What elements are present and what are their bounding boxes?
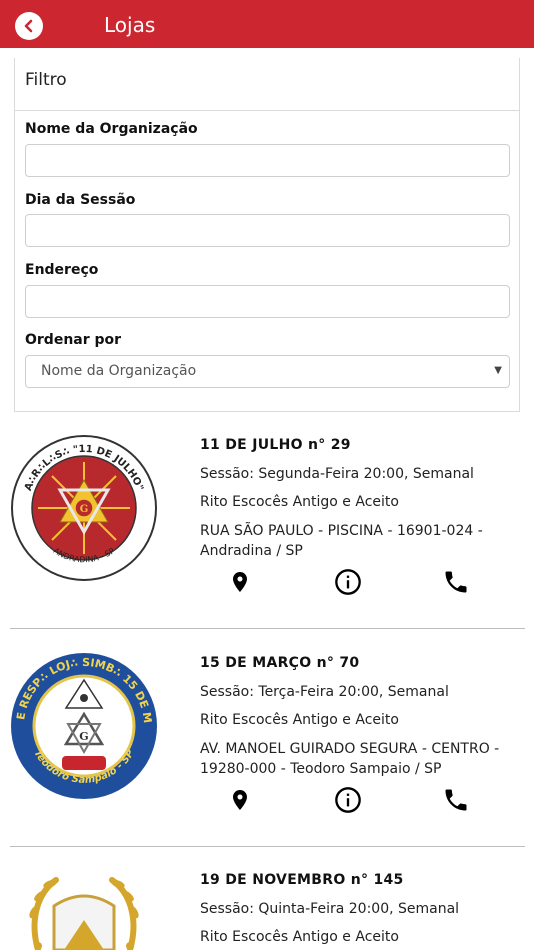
organization-name-input[interactable]: [25, 144, 510, 177]
lodge-address: RUA SÃO PAULO - PISCINA - 16901-024 - An…: [200, 523, 483, 559]
phone-icon: [445, 571, 467, 593]
organization-name-label: Nome da Organização: [25, 121, 198, 137]
info-icon: [335, 569, 361, 595]
app-bar: Lojas: [0, 0, 534, 48]
map-button[interactable]: [224, 784, 256, 816]
page-title: Lojas: [104, 13, 156, 37]
order-by-label: Ordenar por: [25, 332, 122, 348]
phone-button[interactable]: [440, 566, 472, 598]
divider: [10, 628, 525, 629]
filter-panel: Filtro Nome da Organização Dia da Sessão…: [14, 58, 520, 412]
dropdown-caret-icon: ▼: [494, 365, 502, 376]
lodge-name: 15 DE MARÇO n° 70: [200, 655, 360, 671]
lodge-logo: [29, 877, 139, 950]
info-icon: [335, 787, 361, 813]
phone-icon: [445, 789, 467, 811]
filter-title[interactable]: Filtro: [15, 58, 519, 111]
order-by-select[interactable]: Nome da Organização ▼: [25, 355, 510, 388]
info-button[interactable]: [332, 566, 364, 598]
lodge-name: 11 DE JULHO n° 29: [200, 437, 351, 453]
lodge-address: AV. MANOEL GUIRADO SEGURA - CENTRO - 192…: [200, 741, 500, 777]
lodge-rite: Rito Escocês Antigo e Aceito: [200, 494, 399, 510]
back-button[interactable]: [15, 12, 43, 40]
svg-text:G: G: [79, 730, 88, 743]
map-pin-icon: [233, 572, 247, 592]
address-label: Endereço: [25, 262, 99, 278]
order-by-value: Nome da Organização: [41, 363, 197, 379]
lodge-rite: Rito Escocês Antigo e Aceito: [200, 712, 399, 728]
lodge-logo: G AUG∴ E RESP∴ LOJ∴ SIMB∴ 15 DE MARÇO Te…: [10, 652, 158, 800]
session-day-label: Dia da Sessão: [25, 192, 136, 208]
lodge-session: Sessão: Terça-Feira 20:00, Semanal: [200, 684, 449, 700]
lodge-rite: Rito Escocês Antigo e Aceito: [200, 929, 399, 945]
address-input[interactable]: [25, 285, 510, 318]
session-day-input[interactable]: [25, 214, 510, 247]
lodge-session: Sessão: Quinta-Feira 20:00, Semanal: [200, 901, 460, 917]
info-button[interactable]: [332, 784, 364, 816]
phone-button[interactable]: [440, 784, 472, 816]
map-pin-icon: [233, 790, 247, 810]
lodge-logo: G A∴R∴L∴S∴ "11 DE JULHO" ANDRADINA - SP: [11, 435, 157, 581]
chevron-left-icon: [24, 19, 33, 33]
lodge-session: Sessão: Segunda-Feira 20:00, Semanal: [200, 466, 474, 482]
lodge-name: 19 DE NOVEMBRO n° 145: [200, 872, 404, 888]
divider: [10, 846, 525, 847]
map-button[interactable]: [224, 566, 256, 598]
svg-text:G: G: [80, 504, 89, 515]
